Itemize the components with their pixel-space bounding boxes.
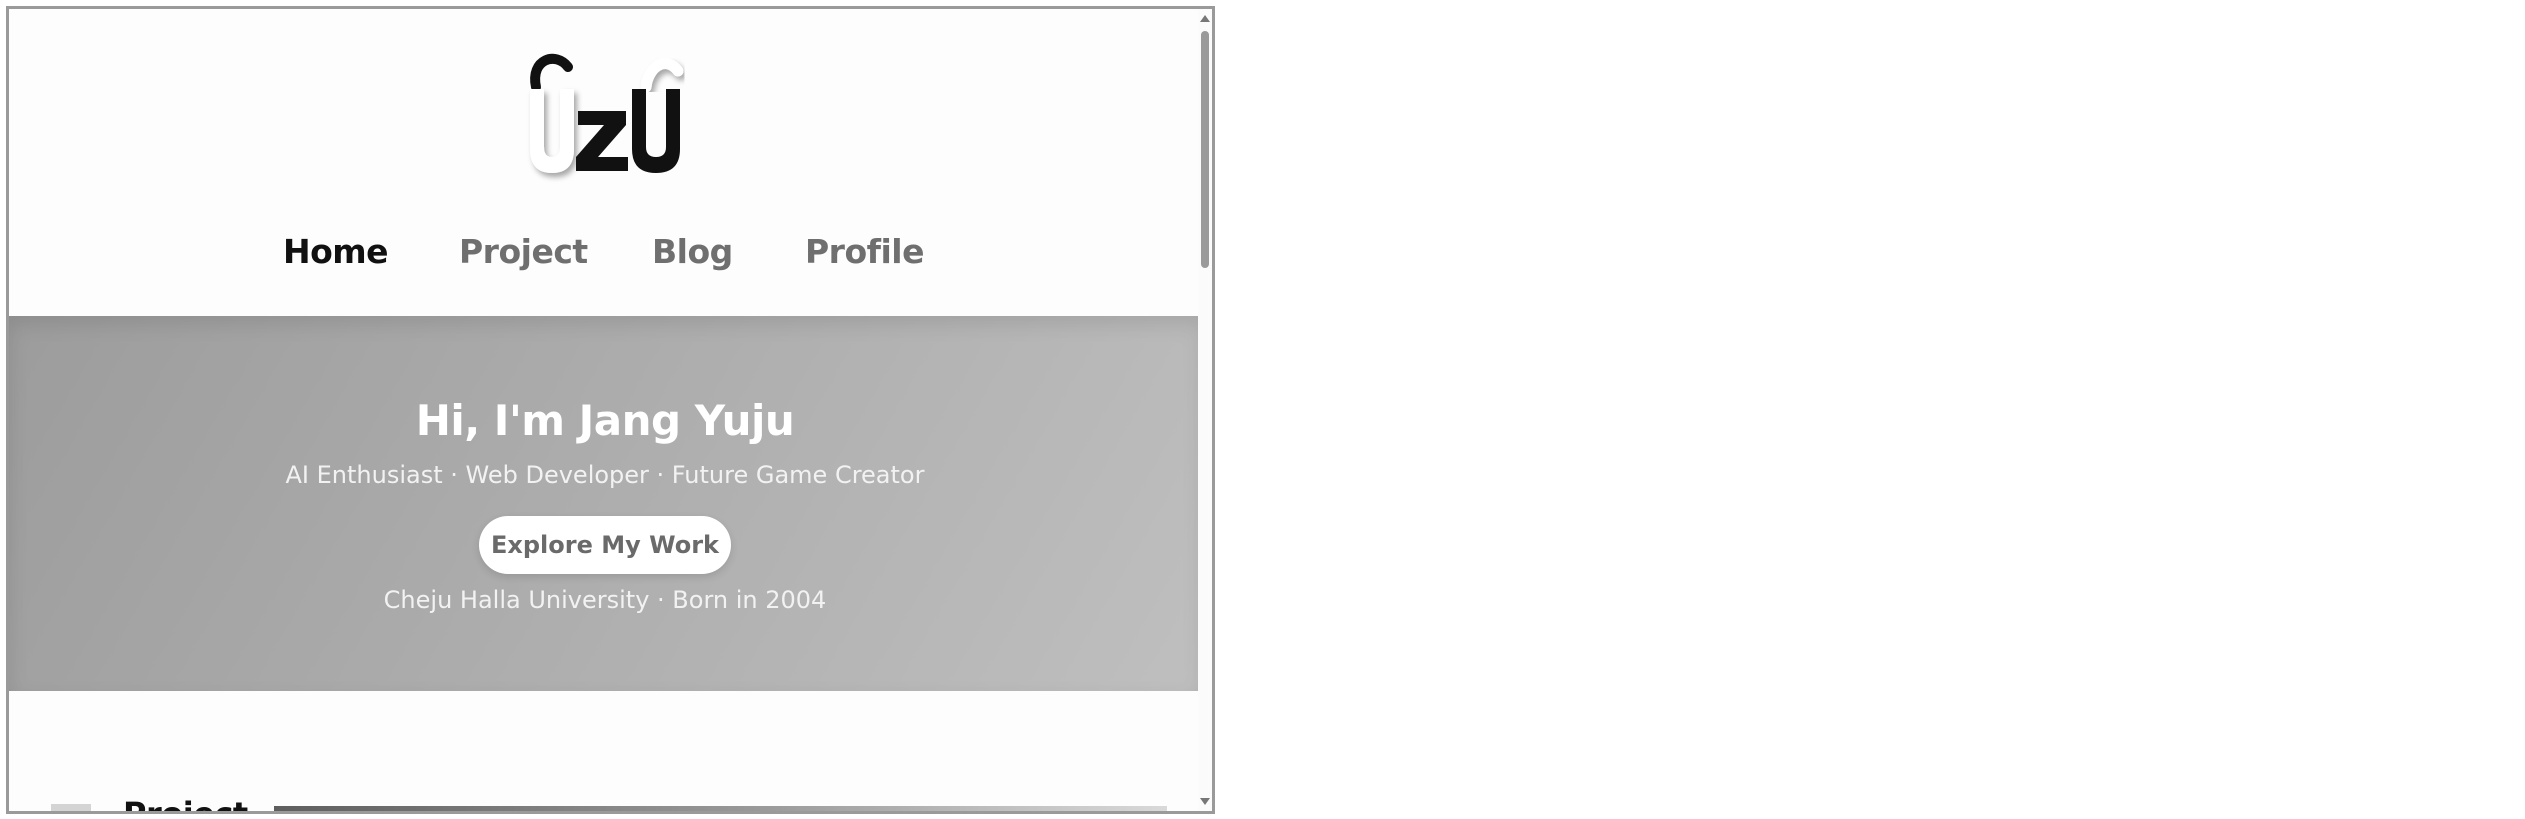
section-title-accent-bar — [51, 804, 91, 811]
project-section: Project — [9, 691, 1201, 811]
scroll-up-arrow-icon[interactable] — [1200, 15, 1210, 22]
project-section-title: Project — [123, 795, 248, 811]
nav-item-home[interactable]: Home — [283, 232, 389, 271]
site-header: Home Project Blog Profile — [9, 9, 1201, 316]
nav-item-profile[interactable]: Profile — [805, 232, 925, 271]
hero-title: Hi, I'm Jang Yuju — [415, 396, 795, 445]
site-logo[interactable] — [516, 49, 696, 189]
explore-my-work-button[interactable]: Explore My Work — [479, 516, 731, 574]
uzu-logo-graphic — [530, 53, 684, 173]
section-title-divider — [274, 806, 1167, 811]
hero-section: Hi, I'm Jang Yuju AI Enthusiast · Web De… — [9, 316, 1201, 691]
nav-item-blog[interactable]: Blog — [652, 232, 733, 271]
hero-subtitle: AI Enthusiast · Web Developer · Future G… — [285, 461, 925, 489]
hero-meta-info: Cheju Halla University · Born in 2004 — [383, 586, 827, 614]
scroll-down-arrow-icon[interactable] — [1200, 798, 1210, 805]
scrollbar-thumb[interactable] — [1201, 31, 1209, 268]
vertical-scrollbar[interactable] — [1198, 9, 1212, 811]
main-nav: Home Project Blog Profile — [9, 224, 1201, 284]
nav-item-project[interactable]: Project — [459, 232, 588, 271]
page-viewport: Home Project Blog Profile Hi, I'm Jang Y… — [9, 9, 1201, 811]
browser-window: Home Project Blog Profile Hi, I'm Jang Y… — [6, 6, 1215, 814]
